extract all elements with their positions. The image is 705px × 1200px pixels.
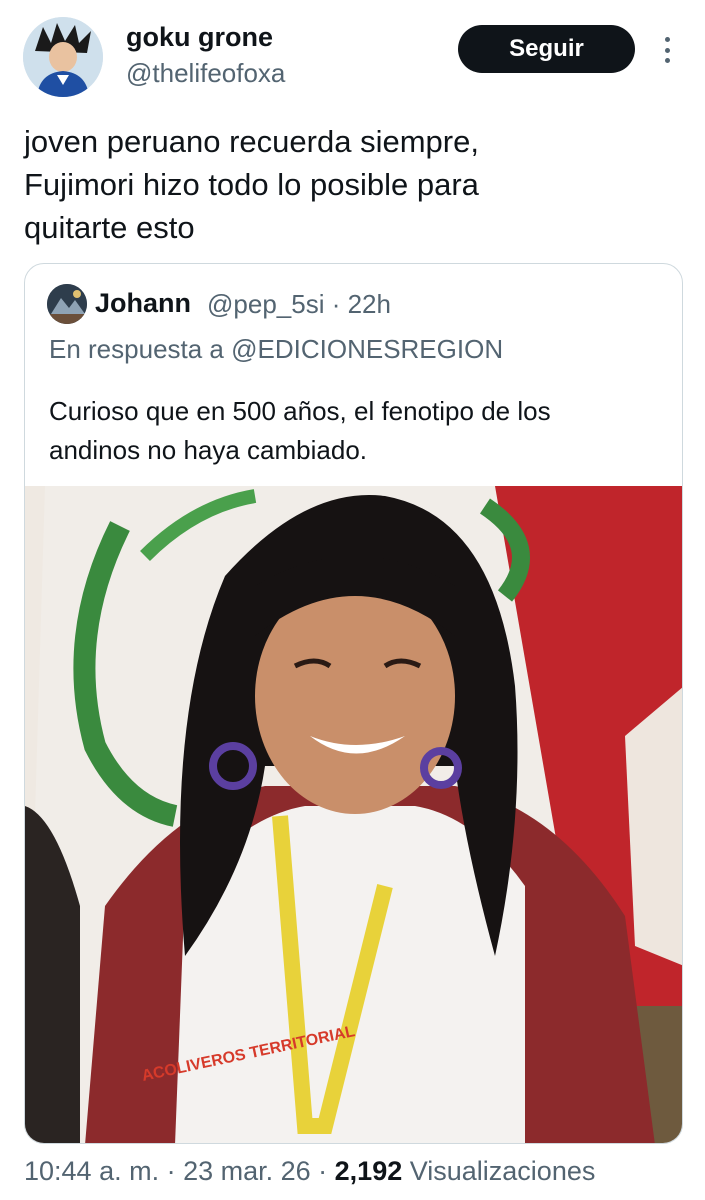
views-label: Visualizaciones [402,1156,596,1186]
tweet-text: joven peruano recuerda siempre, Fujimori… [24,120,674,249]
tweet-header: goku grone @thelifeofoxa Seguir [0,0,705,110]
quoted-tweet-text: Curioso que en 500 años, el fenotipo de … [49,392,669,470]
johann-avatar-icon [47,284,87,324]
timestamp[interactable]: 10:44 a. m. · 23 mar. 26 · [24,1156,335,1186]
tweet-text-line: Fujimori hizo todo lo posible para [24,167,479,202]
quoted-tweet[interactable]: Johann @pep_5si · 22h En respuesta a @ED… [24,263,683,1144]
views-count: 2,192 [334,1156,403,1186]
goku-avatar-icon [23,17,103,97]
quoted-author-avatar[interactable] [47,284,87,324]
quoted-text-line: Curioso que en 500 años, el fenotipo de … [49,396,551,426]
quoted-author-meta: @pep_5si · 22h [207,289,391,319]
author-handle[interactable]: @thelifeofoxa [126,58,285,89]
author-display-name[interactable]: goku grone [126,22,273,53]
author-avatar[interactable] [23,17,103,97]
more-vertical-icon[interactable] [655,33,679,67]
photo-image: ACOLIVEROS TERRITORIAL [25,486,682,1143]
quoted-media-photo[interactable]: ACOLIVEROS TERRITORIAL [25,486,682,1143]
tweet-text-line: quitarte esto [24,210,195,245]
reply-context[interactable]: En respuesta a @EDICIONESREGION [49,334,503,365]
quoted-author-name[interactable]: Johann [95,288,191,319]
follow-button[interactable]: Seguir [458,25,635,73]
tweet-footer: 10:44 a. m. · 23 mar. 26 · 2,192 Visuali… [24,1156,595,1187]
quoted-text-line: andinos no haya cambiado. [49,435,368,465]
tweet-text-line: joven peruano recuerda siempre, [24,124,479,159]
